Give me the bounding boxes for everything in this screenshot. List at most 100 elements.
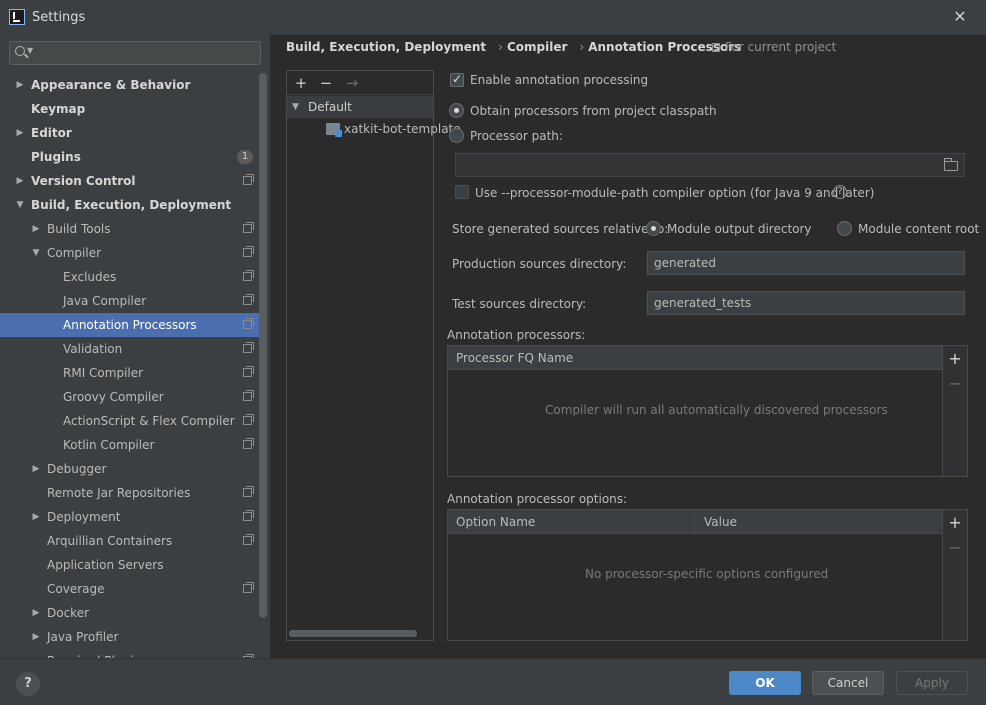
sidebar-item-label: Compiler [47, 246, 102, 260]
empty-state-text: Compiler will run all automatically disc… [545, 403, 888, 417]
sidebar-item-keymap[interactable]: Keymap [0, 97, 262, 121]
sidebar-item-plugins[interactable]: Plugins 1 [0, 145, 262, 169]
sidebar-item-java-profiler[interactable]: ▶ Java Profiler [0, 625, 262, 649]
sidebar-item-docker[interactable]: ▶ Docker [0, 601, 262, 625]
sidebar-item-annotation-processors[interactable]: Annotation Processors [0, 313, 262, 337]
sidebar-item-label: Validation [63, 342, 123, 356]
processor-profiles-panel: + − → ▼ Default xatkit-bot-template [286, 70, 461, 641]
profile-default[interactable]: ▼ Default [287, 96, 433, 118]
obtain-from-classpath-radio[interactable] [449, 103, 464, 118]
chevron-down-icon[interactable]: ▼ [30, 241, 42, 265]
module-output-directory-label[interactable]: Module output directory [667, 222, 812, 236]
chevron-down-icon[interactable]: ▼ [14, 193, 26, 217]
add-option-button[interactable]: + [943, 513, 967, 533]
chevron-right-icon[interactable]: ▶ [30, 217, 42, 241]
sidebar-item-arquillian-containers[interactable]: Arquillian Containers [0, 529, 262, 553]
cancel-button[interactable]: Cancel [812, 671, 884, 695]
processor-path-label[interactable]: Processor path: [470, 129, 563, 143]
sidebar-item-label: RMI Compiler [63, 366, 144, 380]
sidebar-item-label: Keymap [31, 102, 86, 116]
column-header-value[interactable]: Value [696, 510, 737, 534]
sidebar-item-java-compiler[interactable]: Java Compiler [0, 289, 262, 313]
sidebar-item-debugger[interactable]: ▶ Debugger [0, 457, 262, 481]
project-scope-icon [243, 390, 254, 401]
breadcrumb-item[interactable]: Build, Execution, Deployment [286, 40, 486, 54]
chevron-right-icon[interactable]: ▶ [30, 601, 42, 625]
sidebar-item-build-execution-deployment[interactable]: ▼ Build, Execution, Deployment [0, 193, 262, 217]
profiles-toolbar: + − → [287, 71, 433, 95]
enable-annotation-processing-label[interactable]: Enable annotation processing [470, 73, 648, 87]
obtain-from-classpath-label[interactable]: Obtain processors from project classpath [470, 104, 717, 118]
test-sources-field[interactable]: generated_tests [647, 291, 965, 315]
use-processor-module-path-checkbox[interactable] [455, 185, 469, 199]
chevron-right-icon[interactable]: ▶ [14, 121, 26, 145]
module-output-directory-radio[interactable] [646, 221, 661, 236]
close-icon[interactable]: ✕ [950, 6, 970, 28]
sidebar-item-remote-jar-repositories[interactable]: Remote Jar Repositories [0, 481, 262, 505]
move-to-profile-button[interactable]: → [342, 73, 362, 93]
ok-button[interactable]: OK [729, 671, 801, 695]
sidebar-item-version-control[interactable]: ▶ Version Control [0, 169, 262, 193]
help-button[interactable]: ? [16, 672, 40, 696]
project-scope-icon [243, 510, 254, 521]
sidebar-item-appearance-behavior[interactable]: ▶ Appearance & Behavior [0, 73, 262, 97]
settings-sidebar: ▼ ▶ Appearance & Behavior Keymap ▶ Edito… [0, 35, 270, 658]
column-header-processor-fq-name[interactable]: Processor FQ Name [448, 346, 573, 370]
sidebar-item-validation[interactable]: Validation [0, 337, 262, 361]
sidebar-item-label: Docker [47, 606, 90, 620]
sidebar-item-compiler[interactable]: ▼ Compiler [0, 241, 262, 265]
sidebar-item-kotlin-compiler[interactable]: Kotlin Compiler [0, 433, 262, 457]
sidebar-item-deployment[interactable]: ▶ Deployment [0, 505, 262, 529]
remove-profile-button[interactable]: − [316, 73, 336, 93]
sidebar-item-rmi-compiler[interactable]: RMI Compiler [0, 361, 262, 385]
table-side-toolbar: + − [942, 346, 967, 476]
project-scope-icon [243, 366, 254, 377]
chevron-right-icon[interactable]: ▶ [30, 625, 42, 649]
search-input[interactable]: ▼ [9, 41, 261, 65]
chevron-right-icon[interactable]: ▶ [30, 505, 42, 529]
sidebar-item-label: Build Tools [47, 222, 111, 236]
sidebar-item-excludes[interactable]: Excludes [0, 265, 262, 289]
add-profile-button[interactable]: + [291, 73, 311, 93]
sidebar-item-label: Coverage [47, 582, 105, 596]
breadcrumb-item[interactable]: Compiler [507, 40, 567, 54]
sidebar-item-groovy-compiler[interactable]: Groovy Compiler [0, 385, 262, 409]
sidebar-scrollbar[interactable] [259, 73, 267, 618]
module-content-root-radio[interactable] [837, 221, 852, 236]
profiles-horizontal-scrollbar[interactable] [289, 630, 417, 637]
add-processor-button[interactable]: + [943, 349, 967, 369]
sidebar-item-label: Annotation Processors [63, 318, 197, 332]
remove-option-button[interactable]: − [943, 538, 967, 558]
module-content-root-label[interactable]: Module content root [858, 222, 979, 236]
chevron-right-icon[interactable]: ▶ [14, 169, 26, 193]
project-scope-icon [243, 246, 254, 257]
profile-module-item[interactable]: xatkit-bot-template [287, 118, 461, 140]
processor-path-radio[interactable] [449, 128, 464, 143]
enable-annotation-processing-checkbox[interactable] [450, 72, 464, 87]
sidebar-item-required-plugins[interactable]: Required Plugins [0, 649, 262, 658]
intellij-app-icon [9, 9, 25, 25]
folder-icon[interactable] [944, 158, 958, 171]
project-scope-icon [243, 534, 254, 545]
production-sources-field[interactable]: generated [647, 251, 965, 275]
sidebar-item-editor[interactable]: ▶ Editor [0, 121, 262, 145]
sidebar-item-label: Java Compiler [63, 294, 147, 308]
remove-processor-button[interactable]: − [943, 374, 967, 394]
chevron-down-icon[interactable]: ▼ [292, 96, 299, 118]
chevron-right-icon[interactable]: ▶ [30, 457, 42, 481]
use-processor-module-path-label[interactable]: Use --processor-module-path compiler opt… [475, 186, 874, 200]
help-icon[interactable]: ? [833, 185, 847, 199]
column-header-option-name[interactable]: Option Name [448, 510, 535, 534]
processor-path-field[interactable] [455, 153, 965, 177]
apply-button[interactable]: Apply [896, 671, 968, 695]
test-sources-label: Test sources directory: [452, 297, 587, 311]
chevron-right-icon[interactable]: ▶ [14, 73, 26, 97]
sidebar-item-coverage[interactable]: Coverage [0, 577, 262, 601]
sidebar-item-actionscript-flex-compiler[interactable]: ActionScript & Flex Compiler [0, 409, 262, 433]
column-divider[interactable] [694, 510, 695, 534]
sidebar-item-application-servers[interactable]: Application Servers [0, 553, 262, 577]
sidebar-item-build-tools[interactable]: ▶ Build Tools [0, 217, 262, 241]
processor-options-table: Option Name Value No processor-specific … [447, 509, 968, 641]
table-header: Option Name Value [448, 510, 942, 534]
store-relative-label: Store generated sources relative to: [452, 222, 669, 236]
